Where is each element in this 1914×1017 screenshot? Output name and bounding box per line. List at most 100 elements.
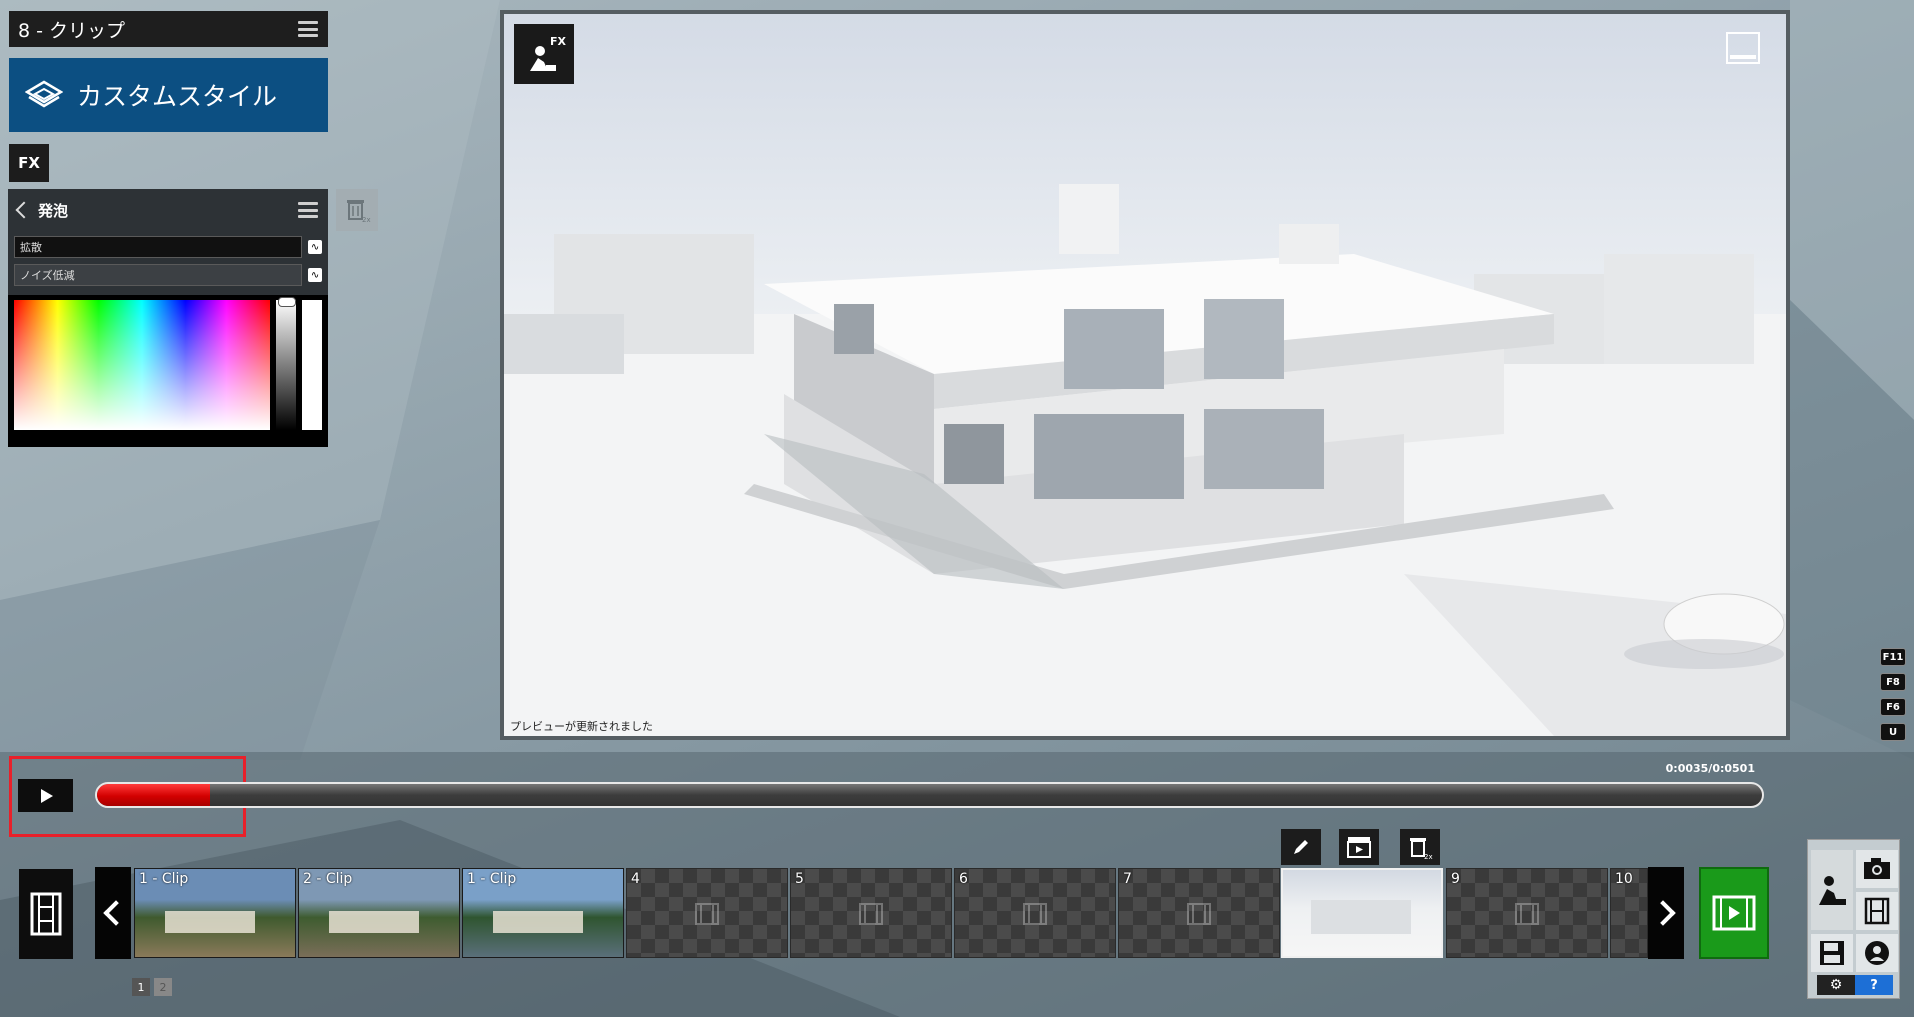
trash-badge: 2x (1424, 853, 1433, 860)
mode-panel: ⚙ ? (1807, 839, 1900, 999)
floppy-disk-icon (1820, 941, 1844, 965)
person-upload-icon (1865, 941, 1889, 965)
worker-fx-icon: FX (530, 35, 567, 71)
clip-slot-label: 5 (795, 871, 804, 887)
trash-icon: 2x (1410, 838, 1433, 860)
clip-slot[interactable]: 9 (1446, 868, 1608, 958)
camera-icon (1864, 858, 1890, 879)
clip-slot-label: 10 (1615, 871, 1633, 887)
viewport-toggle-button[interactable] (1726, 32, 1760, 64)
clip-slot-label: 1 - Clip (139, 871, 189, 887)
param-row: ノイズ低減 ∿ (14, 263, 322, 287)
timeline-progress (97, 784, 211, 806)
clapper-play-icon (1347, 837, 1371, 858)
edit-clip-button[interactable] (1281, 829, 1321, 865)
selected-color-swatch (302, 300, 322, 430)
fx-tab[interactable]: FX (9, 144, 49, 182)
layers-icon (25, 80, 63, 108)
fx-editor-mode-button[interactable] (1811, 850, 1853, 930)
page-1[interactable]: 1 (132, 978, 150, 996)
clip-slot[interactable] (1281, 868, 1443, 958)
trash-badge: 2x (362, 216, 371, 224)
photo-mode-button[interactable] (1856, 850, 1898, 888)
clip-slot[interactable]: 5 (790, 868, 952, 958)
fx-mode-badge[interactable]: FX (514, 24, 574, 84)
clip-slot-label: 9 (1451, 871, 1460, 887)
custom-style-label: カスタムスタイル (77, 82, 278, 111)
clip-slot[interactable]: 6 (954, 868, 1116, 958)
diffuse-param-field[interactable]: 拡散 (14, 236, 303, 258)
preview-status-text: プレビューが更新されました (510, 720, 653, 733)
mode-bottom-bar: ⚙ ? (1817, 975, 1893, 995)
effect-title: 発泡 (38, 201, 69, 220)
clip-thumbnail (165, 911, 255, 933)
clip-menu-icon[interactable] (298, 21, 318, 37)
play-button[interactable] (18, 779, 73, 812)
clip-strip-toggle[interactable] (19, 869, 73, 959)
film-placeholder-icon (1187, 903, 1211, 929)
clip-slot-label: 1 - Clip (467, 871, 517, 887)
wave-icon[interactable]: ∿ (308, 240, 322, 254)
clip-slot[interactable]: 1 - Clip (134, 868, 296, 958)
back-chevron-icon[interactable] (15, 201, 33, 219)
clip-slot[interactable]: 7 (1118, 868, 1280, 958)
shortcut-list: F11 F8 F6 U (1880, 648, 1906, 748)
clip-slot-label: 2 - Clip (303, 871, 353, 887)
luminance-slider[interactable] (276, 300, 296, 430)
timeline-slider[interactable] (95, 782, 1764, 808)
clip-header: 8 - クリップ (9, 11, 328, 47)
time-display: 0:0035/0:0501 (1665, 762, 1755, 775)
wave-icon[interactable]: ∿ (308, 268, 322, 282)
film-placeholder-icon (1023, 903, 1047, 929)
gear-icon: ⚙ (1829, 977, 1843, 993)
shortcut-f11[interactable]: F11 (1880, 648, 1906, 666)
clip-slot[interactable]: 10 (1610, 868, 1648, 958)
clip-thumbnail (493, 911, 583, 933)
clip-thumbnail (329, 911, 419, 933)
shortcut-u[interactable]: U (1880, 723, 1906, 741)
help-button[interactable]: ? (1855, 975, 1893, 995)
settings-button[interactable]: ⚙ (1817, 975, 1855, 995)
film-strip-icon (30, 892, 62, 936)
page-2[interactable]: 2 (154, 978, 172, 996)
param-row: 拡散 ∿ (14, 235, 322, 259)
shortcut-f8[interactable]: F8 (1880, 673, 1906, 691)
movie-mode-button[interactable] (1856, 892, 1898, 930)
clip-slot[interactable]: 4 (626, 868, 788, 958)
export-mode-button[interactable] (1856, 934, 1898, 972)
pencil-icon (1294, 840, 1308, 854)
scene-preview (504, 14, 1786, 736)
worker-icon (1819, 876, 1846, 905)
clip-slot-label: 7 (1123, 871, 1132, 887)
clip-prev-button[interactable] (95, 867, 131, 959)
color-picker (8, 295, 328, 447)
render-viewport[interactable]: FX プレビューが更新されました (500, 10, 1790, 740)
film-strip-icon (1864, 897, 1890, 925)
color-spectrum[interactable] (14, 300, 270, 430)
trash-icon: 2x (347, 200, 371, 224)
film-play-icon (1712, 895, 1756, 931)
film-placeholder-icon (859, 903, 883, 929)
delete-effect-button[interactable]: 2x (336, 189, 378, 231)
save-button[interactable] (1811, 934, 1853, 972)
clip-slot[interactable]: 1 - Clip (462, 868, 624, 958)
film-placeholder-icon (1515, 903, 1539, 929)
delete-clip-button[interactable]: 2x (1400, 829, 1440, 865)
luminance-slider-handle[interactable] (278, 297, 296, 307)
clip-thumbnail (1311, 900, 1411, 934)
render-video-button[interactable] (1699, 867, 1769, 959)
custom-style-button[interactable]: カスタムスタイル (9, 58, 328, 132)
clip-slot[interactable]: 2 - Clip (298, 868, 460, 958)
preview-clip-button[interactable] (1339, 829, 1379, 865)
noise-reduction-param-field[interactable]: ノイズ低減 (14, 264, 303, 286)
fx-badge-label: FX (550, 35, 567, 48)
shortcut-f6[interactable]: F6 (1880, 698, 1906, 716)
film-placeholder-icon (695, 903, 719, 929)
clip-next-button[interactable] (1648, 867, 1684, 959)
clip-slot-label: 6 (959, 871, 968, 887)
effect-menu-icon[interactable] (298, 202, 318, 218)
clip-title: 8 - クリップ (18, 19, 126, 42)
effect-header: 発泡 (8, 189, 328, 231)
clip-pagination: 1 2 (132, 978, 172, 996)
clip-slot-label: 4 (631, 871, 640, 887)
